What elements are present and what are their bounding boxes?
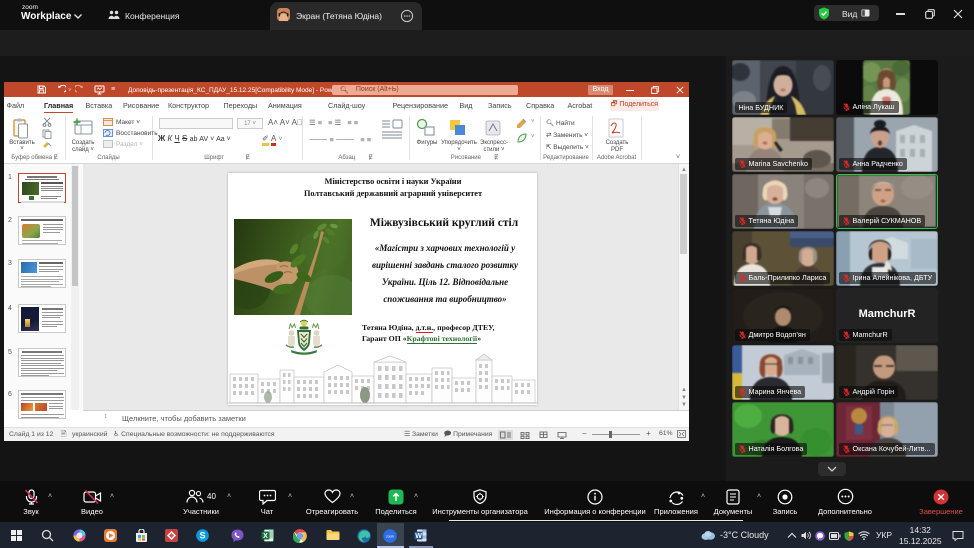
svg-text:W: W — [415, 533, 422, 540]
svg-text:X: X — [263, 533, 268, 540]
svg-text:S: S — [199, 531, 205, 541]
svg-text:zoom: zoom — [386, 535, 394, 539]
